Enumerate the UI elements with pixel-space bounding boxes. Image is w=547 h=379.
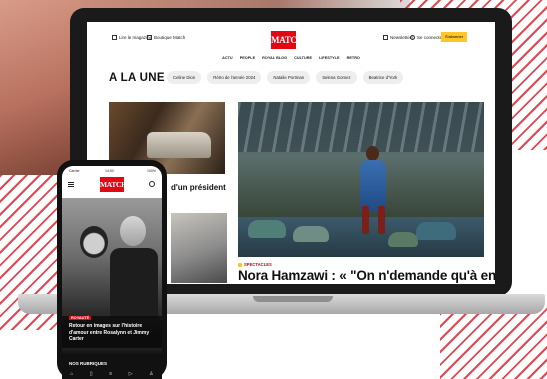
site-header: Lire le magazine Boutique Match MATCH Ne… bbox=[87, 22, 495, 60]
topic-pill[interactable]: Natalie Portman bbox=[267, 71, 311, 84]
car-shape bbox=[147, 132, 211, 158]
topic-pill[interactable]: Selena Gomez bbox=[316, 71, 357, 84]
status-time: 14:00 bbox=[105, 169, 114, 173]
bookmark-icon[interactable]: ▯ bbox=[90, 371, 93, 377]
status-battery: 100% bbox=[147, 169, 156, 173]
bumper-car bbox=[416, 222, 456, 240]
rubriques-heading: NOS RUBRIQUES bbox=[69, 361, 108, 366]
menu-icon[interactable]: ≡ bbox=[109, 371, 112, 377]
bumper-car bbox=[248, 220, 286, 238]
bumper-car bbox=[388, 232, 418, 247]
link-boutique-label: Boutique Match bbox=[154, 35, 186, 40]
link-login[interactable]: Se connecter bbox=[410, 35, 444, 40]
subject-boot bbox=[362, 206, 369, 234]
status-carrier: Carrier bbox=[69, 169, 80, 173]
nav-item[interactable]: ACTU bbox=[222, 56, 233, 60]
app-logo[interactable]: MATCH bbox=[100, 177, 127, 192]
main-nav: ACTU PEOPLE ROYAL BLOG CULTURE LIFESTYLE… bbox=[87, 56, 495, 60]
subscribe-button[interactable]: S'abonner bbox=[441, 32, 467, 42]
site-logo[interactable]: MATCH bbox=[271, 31, 304, 49]
subject-body bbox=[360, 160, 386, 212]
section-heading: A LA UNE bbox=[109, 72, 165, 84]
photo-woman bbox=[80, 226, 108, 258]
nav-item[interactable]: CULTURE bbox=[294, 56, 312, 60]
bumper-car bbox=[293, 226, 329, 242]
nav-item[interactable]: RETRO bbox=[347, 56, 360, 60]
story-title[interactable]: d'un président bbox=[171, 183, 226, 192]
user-icon[interactable]: ♙ bbox=[149, 371, 153, 377]
nav-item[interactable]: ROYAL BLOG bbox=[262, 56, 287, 60]
magazine-icon bbox=[112, 35, 117, 40]
user-icon bbox=[410, 35, 415, 40]
play-icon[interactable]: ▷ bbox=[129, 371, 133, 377]
category-dot-icon bbox=[238, 262, 242, 267]
user-icon[interactable] bbox=[149, 181, 155, 187]
hero-title[interactable]: Nora Hamzawi : « "On n'demande qu'à en bbox=[238, 268, 495, 283]
photo-suit bbox=[110, 248, 158, 318]
hero-image[interactable] bbox=[238, 102, 484, 257]
link-newsletters[interactable]: Newsletters bbox=[383, 35, 414, 40]
hero-roof bbox=[238, 102, 484, 152]
hero-category: SPECTACLES bbox=[238, 262, 272, 267]
link-boutique[interactable]: Boutique Match bbox=[147, 35, 185, 40]
background-photo bbox=[0, 0, 80, 175]
home-icon[interactable]: ⌂ bbox=[70, 371, 73, 377]
nav-item[interactable]: PEOPLE bbox=[240, 56, 255, 60]
topic-pills: Celine Dion Rétro de l'année 2024 Natali… bbox=[167, 71, 404, 84]
mail-icon bbox=[383, 35, 388, 40]
subject-head bbox=[366, 146, 379, 161]
subject-boot bbox=[378, 206, 385, 234]
hamburger-icon[interactable] bbox=[68, 182, 74, 187]
tab-bar: ⌂ ▯ ≡ ▷ ♙ bbox=[62, 371, 162, 377]
link-login-label: Se connecter bbox=[417, 35, 444, 40]
scene: Lire le magazine Boutique Match MATCH Ne… bbox=[0, 0, 547, 379]
story-image-secondary[interactable] bbox=[171, 213, 227, 283]
photo-man bbox=[120, 216, 146, 246]
nav-item[interactable]: LIFESTYLE bbox=[319, 56, 339, 60]
topic-pill[interactable]: Beatrice d'York bbox=[362, 71, 404, 84]
hero-category-label: SPECTACLES bbox=[244, 262, 272, 267]
phone-screen: Carrier 14:00 100% MATCH ROYAUTÉ Retour … bbox=[62, 166, 162, 379]
topic-pill[interactable]: Celine Dion bbox=[167, 71, 202, 84]
story-category: ROYAUTÉ bbox=[69, 316, 92, 320]
story-title[interactable]: Retour en images sur l'histoire d'amour … bbox=[69, 323, 155, 343]
topic-pill[interactable]: Rétro de l'année 2024 bbox=[207, 71, 262, 84]
bag-icon bbox=[147, 35, 152, 40]
laptop-notch bbox=[253, 296, 333, 302]
